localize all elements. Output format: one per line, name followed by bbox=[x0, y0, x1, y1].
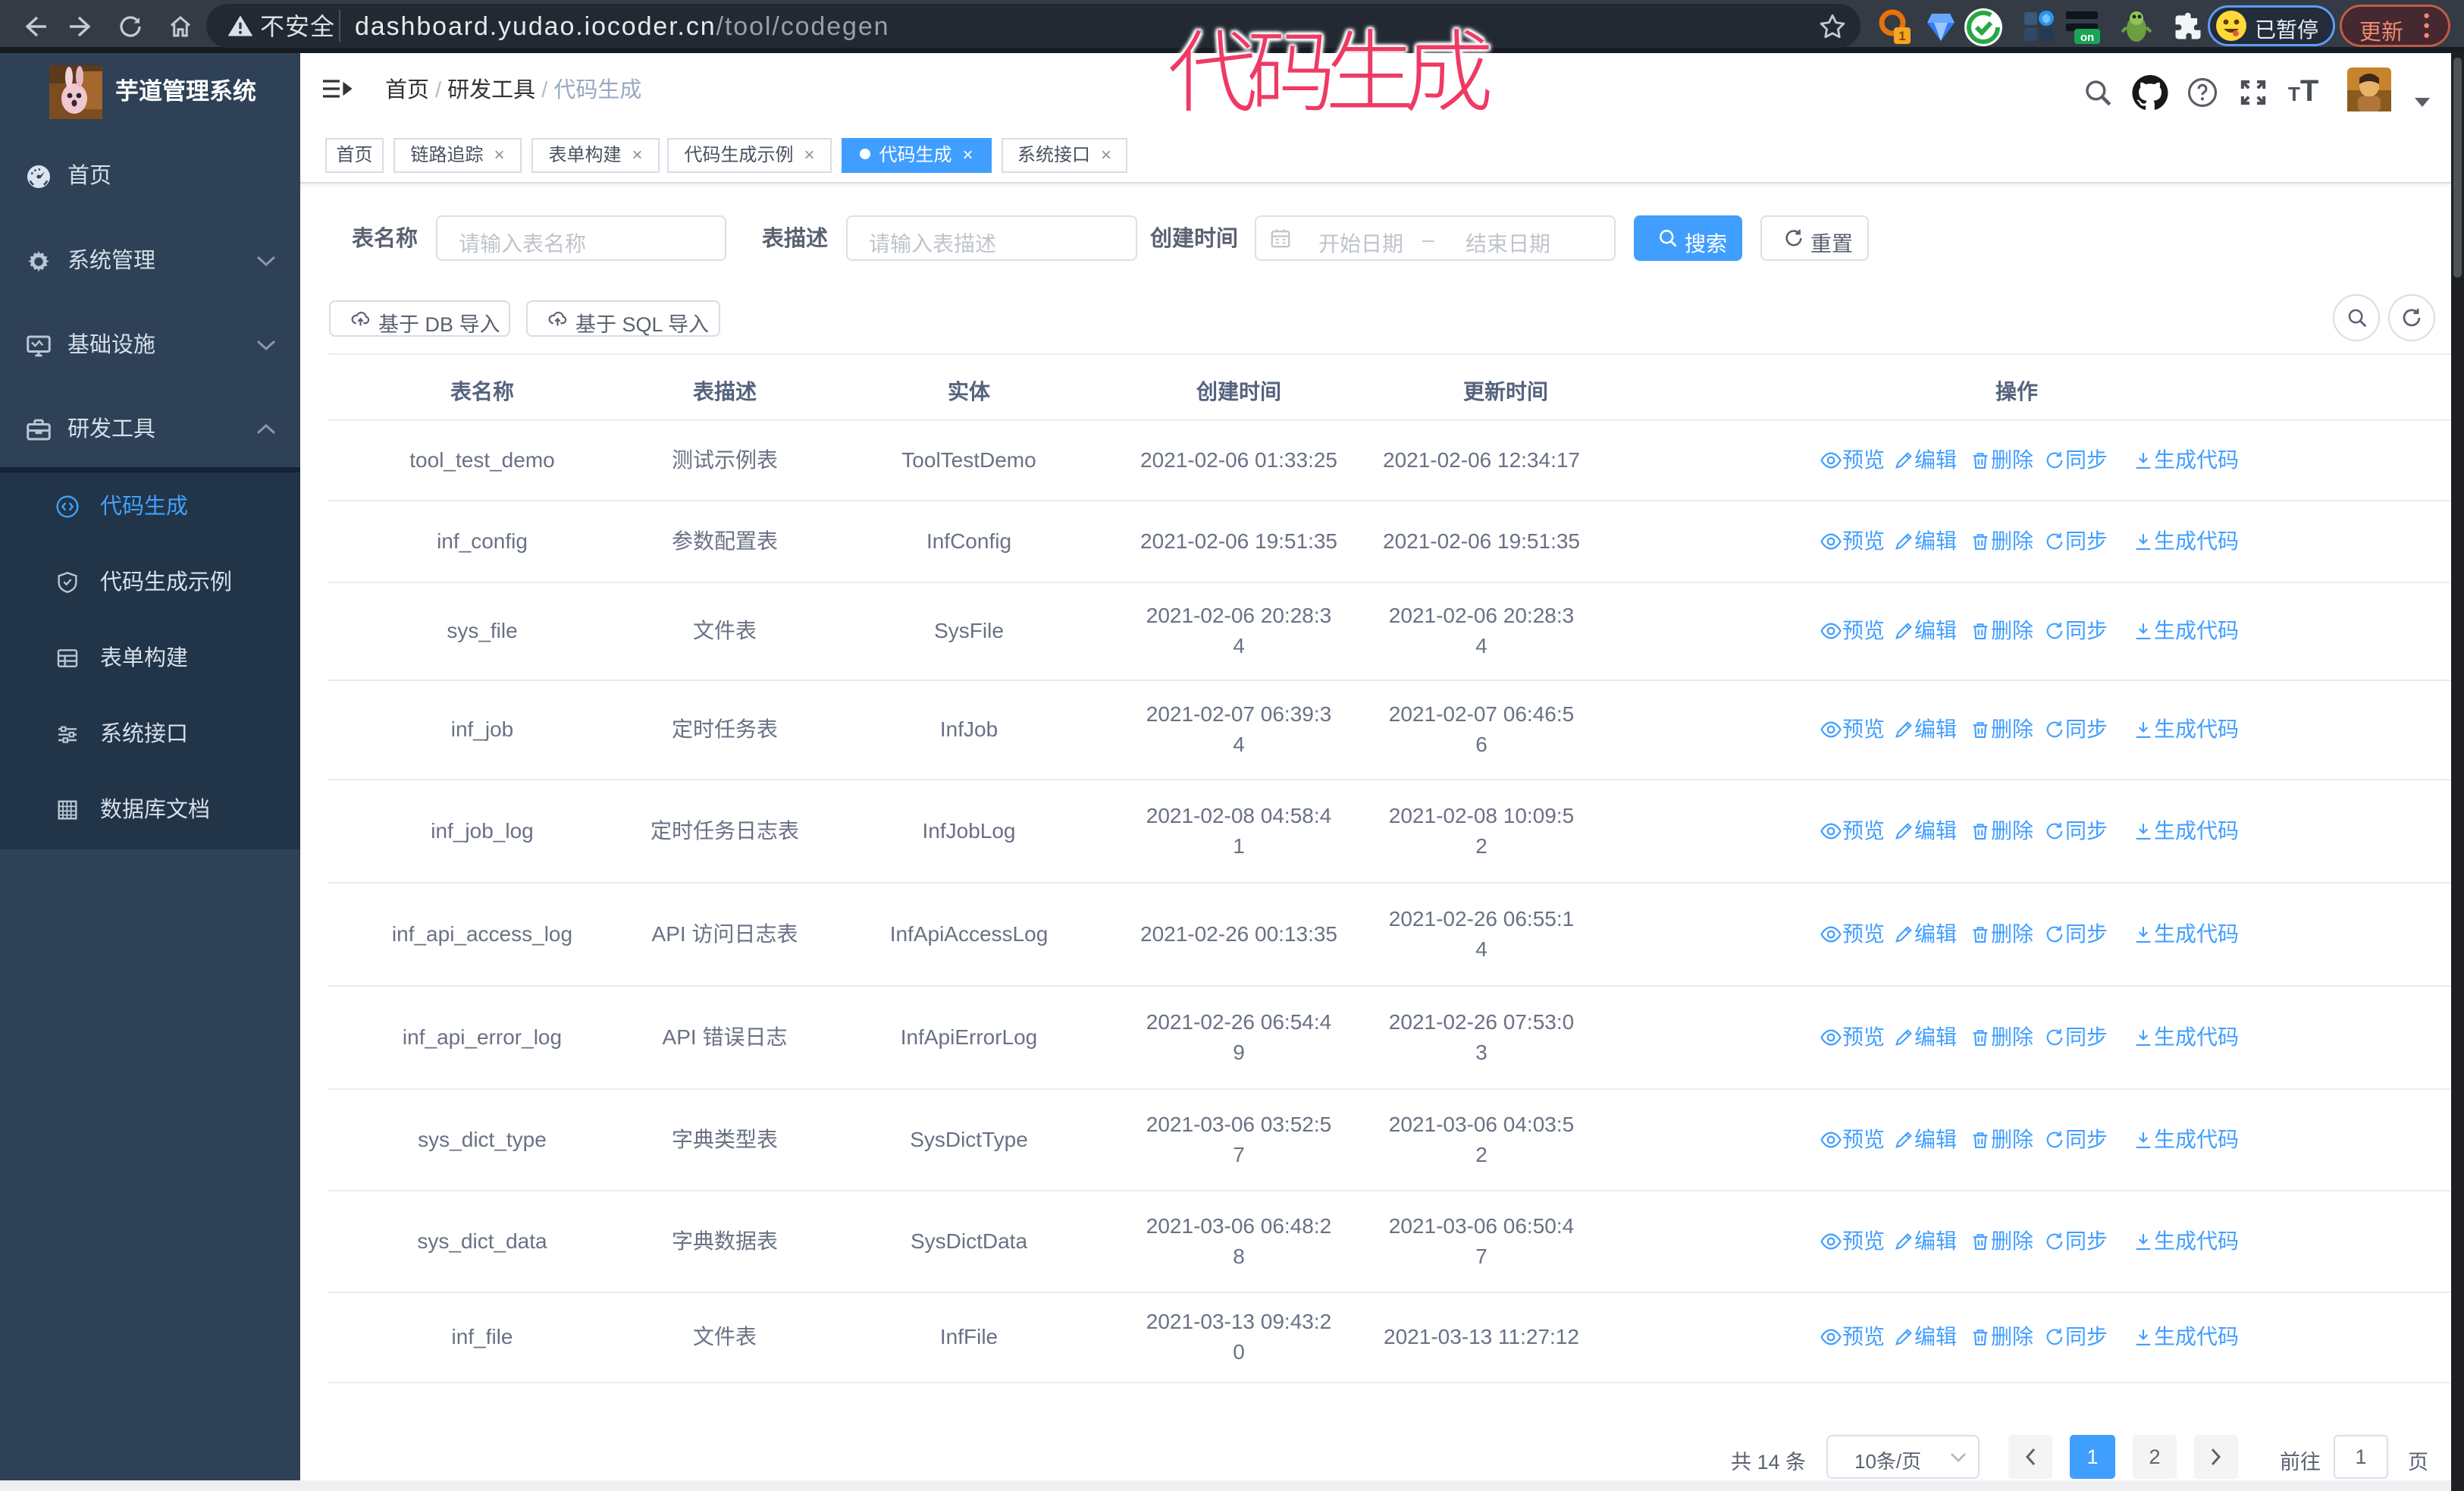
svg-text:on: on bbox=[2080, 31, 2094, 44]
svg-text:1: 1 bbox=[1898, 29, 1905, 43]
